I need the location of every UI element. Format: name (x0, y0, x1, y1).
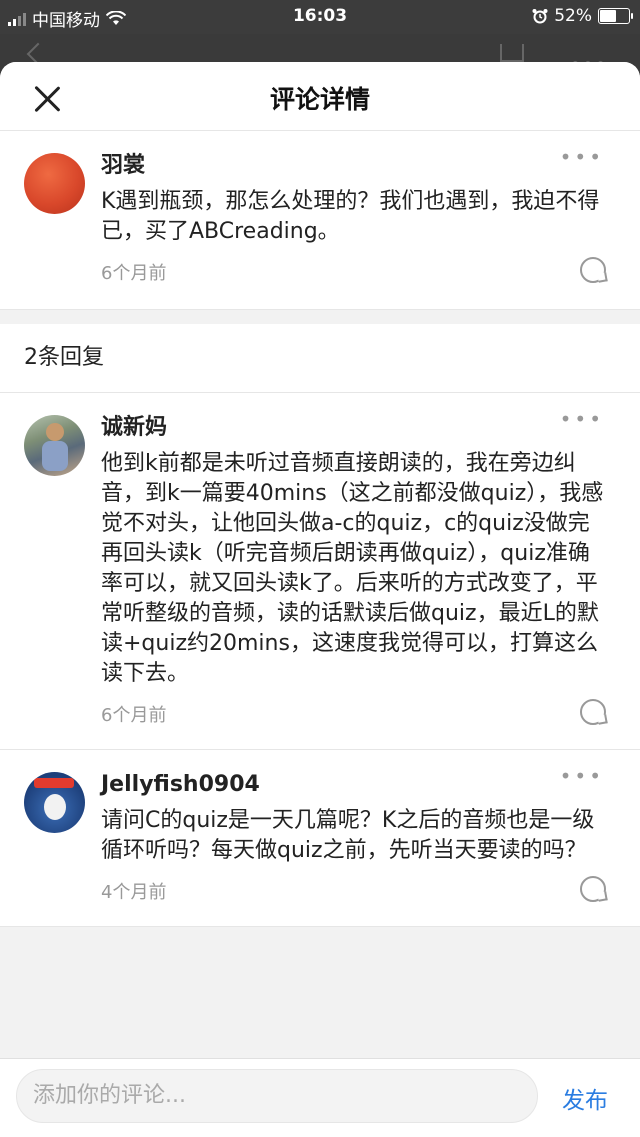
reply-comment: ••• Jellyfish0904 请问C的quiz是一天几篇呢？K之后的音频也… (0, 750, 640, 926)
reply-card: ••• 诚新妈 他到k前都是未听过音频直接朗读的，我在旁边纠音，到k一篇要40m… (0, 393, 640, 750)
reply-icon[interactable] (580, 257, 606, 283)
avatar[interactable] (24, 772, 85, 833)
commenter-name[interactable]: 诚新妈 (101, 413, 610, 443)
more-options-icon[interactable]: ••• (560, 407, 604, 431)
sheet-title: 评论详情 (269, 85, 370, 114)
main-comment: ••• 羽裳 K遇到瓶颈，那怎么处理的？我们也遇到，我迫不得已，买了ABCrea… (0, 131, 640, 309)
commenter-name[interactable]: Jellyfish0904 (101, 770, 610, 800)
avatar[interactable] (24, 153, 85, 214)
avatar[interactable] (24, 415, 85, 476)
comment-input-bar: 添加你的评论... 发布 (0, 1058, 640, 1137)
comment-time: 6个月前 (101, 263, 167, 284)
reply-card: ••• Jellyfish0904 请问C的quiz是一天几篇呢？K之后的音频也… (0, 750, 640, 927)
publish-button[interactable]: 发布 (562, 1081, 608, 1115)
share-icon (500, 44, 524, 62)
more-options-icon[interactable]: ••• (560, 145, 604, 169)
comment-input[interactable]: 添加你的评论... (16, 1069, 538, 1123)
comment-text: K遇到瓶颈，那怎么处理的？我们也遇到，我迫不得已，买了ABCreading。 (101, 189, 600, 244)
main-comment-card: ••• 羽裳 K遇到瓶颈，那怎么处理的？我们也遇到，我迫不得已，买了ABCrea… (0, 131, 640, 310)
battery-percent: 52% (554, 6, 592, 26)
comment-text: 他到k前都是未听过音频直接朗读的，我在旁边纠音，到k一篇要40mins（这之前都… (101, 451, 604, 686)
comment-text: 请问C的quiz是一天几篇呢？K之后的音频也是一级循环听吗？每天做quiz之前，… (101, 808, 595, 863)
comment-detail-sheet: 评论详情 ••• 羽裳 K遇到瓶颈，那怎么处理的？我们也遇到，我迫不得已，买了A… (0, 62, 640, 1137)
reply-icon[interactable] (580, 876, 606, 902)
sheet-header: 评论详情 (0, 62, 640, 131)
reply-icon[interactable] (580, 699, 606, 725)
commenter-name[interactable]: 羽裳 (101, 151, 610, 181)
battery-icon (598, 8, 633, 24)
comment-time: 4个月前 (101, 882, 167, 903)
more-options-icon[interactable]: ••• (560, 764, 604, 788)
battery-fill (600, 10, 616, 22)
alarm-icon (532, 9, 548, 24)
reply-comment: ••• 诚新妈 他到k前都是未听过音频直接朗读的，我在旁边纠音，到k一篇要40m… (0, 393, 640, 749)
reply-count: 2条回复 (0, 324, 640, 393)
status-bar: 中国移动 16:03 52% (0, 0, 640, 34)
status-right: 52% (532, 6, 633, 26)
comment-time: 6个月前 (101, 705, 167, 726)
